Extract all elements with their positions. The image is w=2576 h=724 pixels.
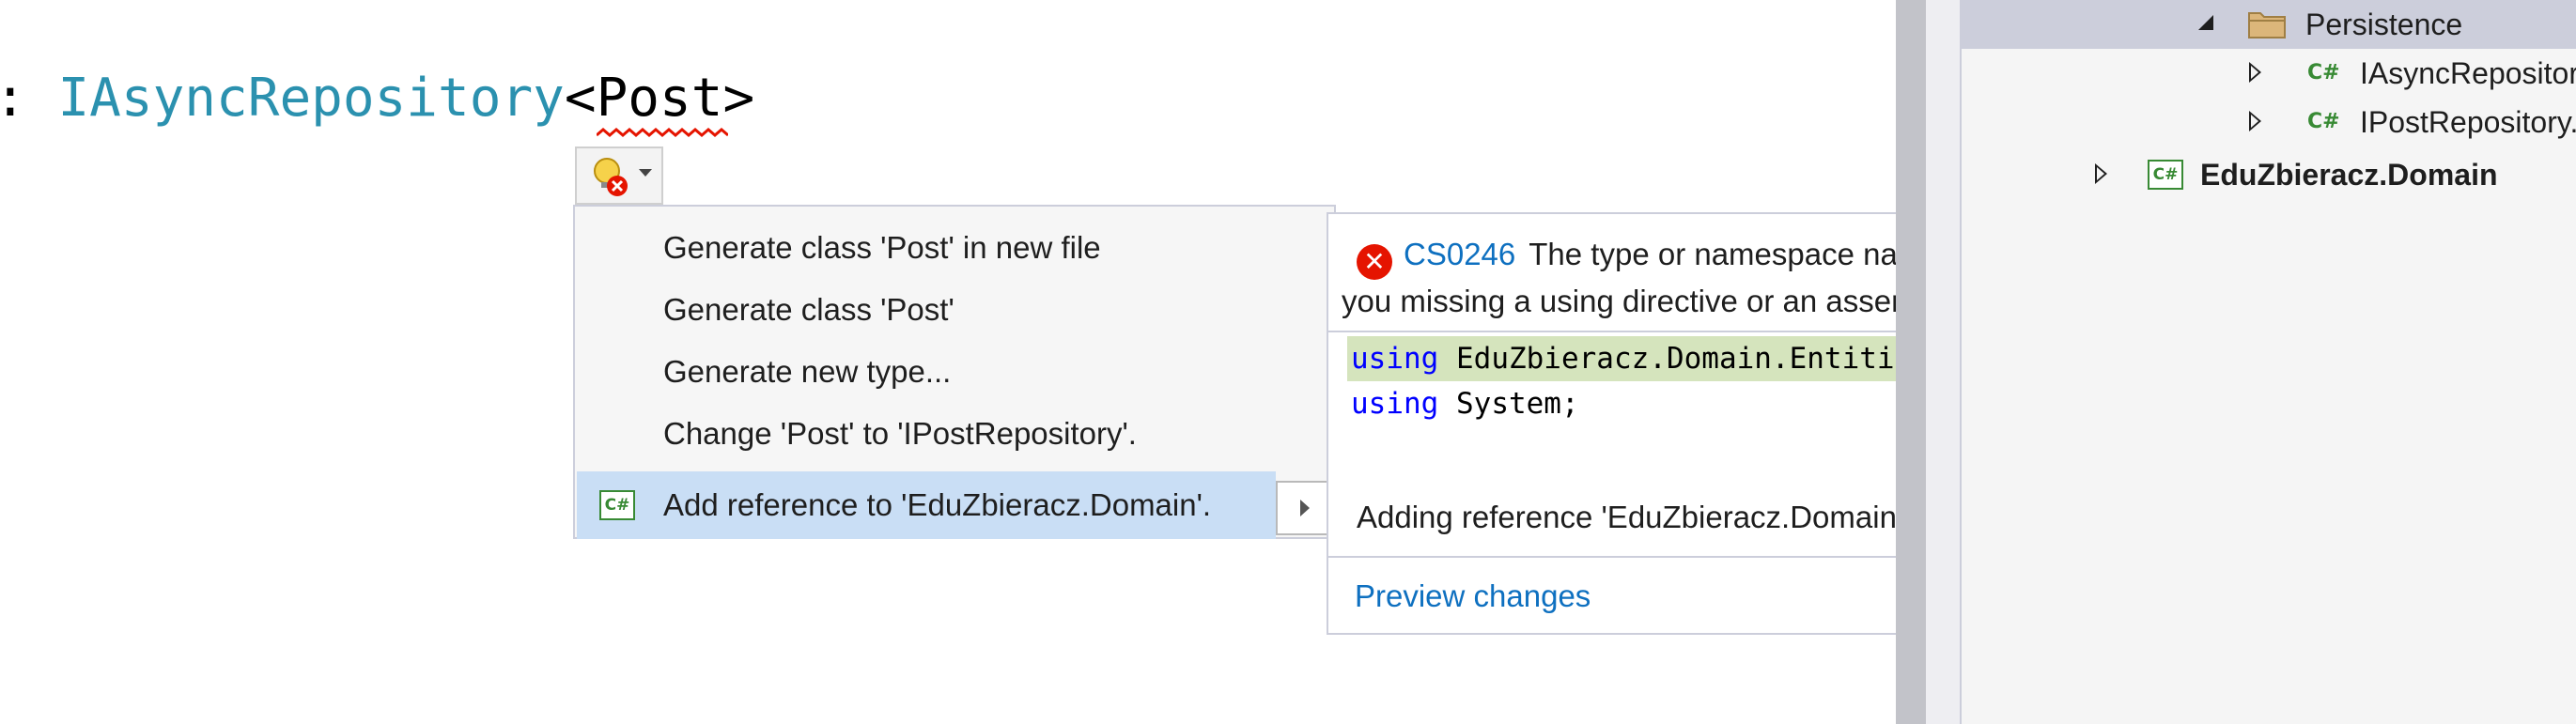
- code-open-angle: <: [564, 68, 597, 129]
- error-code-link[interactable]: CS0246: [1404, 237, 1515, 271]
- lightbulb-error-icon: [594, 158, 628, 196]
- folder-icon: [2248, 12, 2286, 39]
- quick-action-generate-new-type[interactable]: Generate new type...: [577, 342, 1334, 402]
- code-text: System;: [1438, 387, 1579, 421]
- collapse-arrow-icon[interactable]: [2095, 163, 2107, 184]
- csharp-file-icon: C#: [2307, 110, 2340, 133]
- quick-action-change-to-ipostrepository[interactable]: Change 'Post' to 'IPostRepository'.: [577, 404, 1334, 464]
- error-squiggle: [596, 128, 728, 137]
- code-keyword: using: [1351, 342, 1439, 376]
- solution-explorer: Persistence C# IAsyncRepository.cs C# IP…: [1962, 0, 2576, 724]
- code-keyword: using: [1351, 387, 1439, 421]
- submenu-arrow-button[interactable]: [1276, 481, 1332, 535]
- code-close-angle: >: [722, 68, 755, 129]
- quick-actions-menu: Generate class 'Post' in new file Genera…: [573, 205, 1336, 539]
- quick-action-generate-class[interactable]: Generate class 'Post': [577, 280, 1334, 340]
- quick-actions-lightbulb-button[interactable]: [575, 146, 663, 205]
- code-interface-name[interactable]: IAsyncRepository: [57, 68, 564, 129]
- csharp-project-icon: C#: [2148, 160, 2183, 190]
- quick-action-label: Generate class 'Post' in new file: [663, 230, 1101, 265]
- quick-action-label: Add reference to 'EduZbieracz.Domain'.: [663, 487, 1212, 522]
- quick-action-generate-class-new-file[interactable]: Generate class 'Post' in new file: [577, 218, 1334, 278]
- quick-action-label: Generate new type...: [663, 354, 952, 389]
- code-text: EduZbieracz.Domain.Entities;: [1438, 342, 1948, 376]
- tree-item-iasyncrepository-file[interactable]: C# IAsyncRepository.cs: [1962, 49, 2576, 98]
- tree-item-eduzbieracz-domain-project[interactable]: C# EduZbieracz.Domain: [1962, 150, 2576, 199]
- code-line[interactable]: : IAsyncRepository<Post >: [0, 66, 755, 137]
- error-icon: ✕: [1357, 244, 1392, 280]
- preview-changes-link[interactable]: Preview changes: [1355, 573, 1591, 620]
- tree-item-label: IAsyncRepository.cs: [2360, 56, 2576, 90]
- quick-action-add-reference[interactable]: C# Add reference to 'EduZbieracz.Domain'…: [577, 471, 1276, 539]
- code-colon: :: [0, 68, 58, 129]
- collapse-arrow-icon[interactable]: [2249, 62, 2261, 83]
- quick-action-label: Change 'Post' to 'IPostRepository'.: [663, 416, 1137, 451]
- tree-item-persistence-folder[interactable]: Persistence: [1962, 0, 2576, 49]
- quick-action-label: Generate class 'Post': [663, 292, 954, 327]
- code-type-argument: Post: [596, 68, 723, 129]
- expand-arrow-icon[interactable]: [2198, 15, 2213, 30]
- tree-item-label: EduZbieracz.Domain: [2200, 158, 2498, 192]
- chevron-down-icon: [639, 169, 652, 177]
- collapse-arrow-icon[interactable]: [2249, 111, 2261, 131]
- editor-vertical-scrollbar[interactable]: [1896, 0, 1926, 724]
- code-type-argument-error[interactable]: Post: [596, 68, 728, 137]
- tree-item-label: Persistence: [2305, 8, 2463, 41]
- code-editor[interactable]: : IAsyncRepository<Post > Generate class …: [0, 0, 2488, 724]
- tree-item-ipostrepository-file[interactable]: C# IPostRepository.cs: [1962, 98, 2576, 146]
- tree-item-label: IPostRepository.cs: [2360, 105, 2576, 139]
- pane-splitter[interactable]: [1926, 0, 1962, 724]
- csharp-file-icon: C#: [2307, 61, 2340, 85]
- visual-studio-window: : IAsyncRepository<Post > Generate class …: [0, 0, 2576, 724]
- csharp-project-icon: C#: [599, 490, 635, 520]
